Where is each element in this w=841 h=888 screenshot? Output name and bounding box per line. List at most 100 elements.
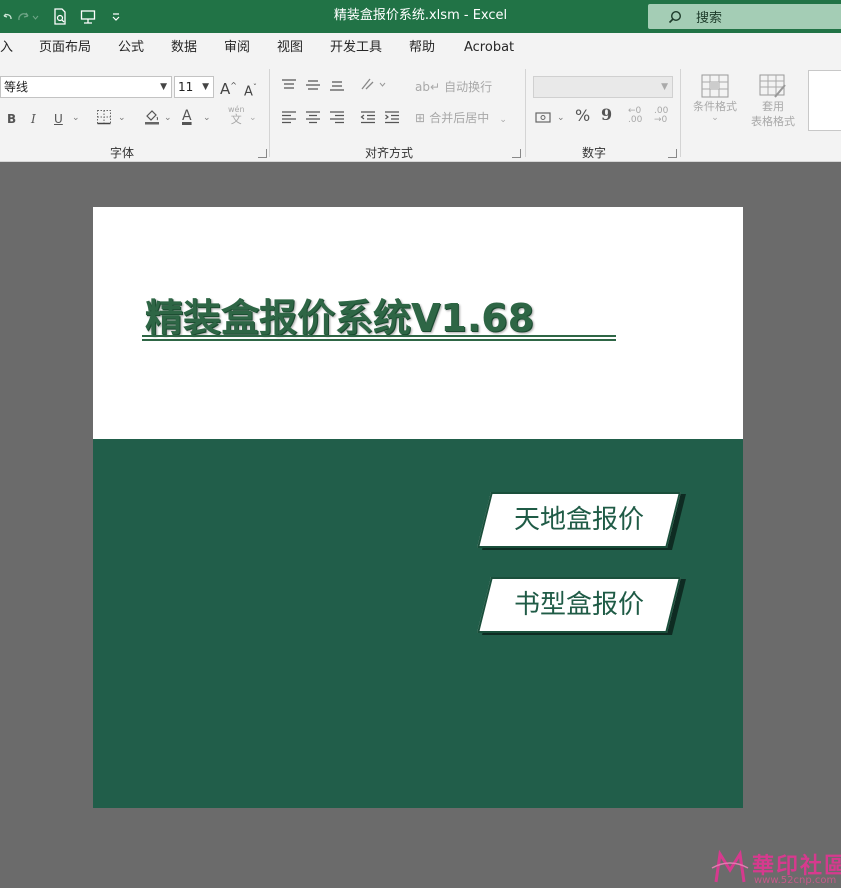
search-box[interactable]: 搜索	[648, 4, 841, 29]
font-size-select[interactable]: 11 ▼	[174, 76, 214, 98]
title-underline	[142, 335, 616, 341]
grow-font-label: A	[220, 80, 231, 98]
number-format-select[interactable]: ▼	[533, 76, 673, 98]
percent-style-button[interactable]: %	[575, 107, 590, 125]
search-icon	[668, 10, 682, 23]
conditional-formatting-icon	[701, 74, 729, 98]
dashboard-card: 精装盒报价系统V1.68 天地盒报价 书型盒报价	[93, 207, 743, 808]
tab-insert[interactable]: 入	[0, 33, 13, 63]
undo-button[interactable]	[0, 0, 14, 33]
tab-view[interactable]: 视图	[277, 33, 303, 63]
align-middle-icon	[306, 80, 320, 90]
fill-bucket-icon	[145, 110, 159, 125]
italic-button[interactable]: I	[31, 110, 36, 128]
decrease-indent-button[interactable]	[360, 110, 376, 124]
alignment-dialog-launcher[interactable]	[512, 149, 521, 158]
print-preview-icon	[54, 7, 66, 25]
align-right-icon	[330, 111, 344, 124]
align-top-button[interactable]	[281, 78, 297, 92]
align-right-button[interactable]	[329, 110, 345, 124]
tab-developer[interactable]: 开发工具	[330, 33, 382, 63]
increase-decimal-icon: ←0.00	[628, 106, 643, 125]
cell-styles-gallery[interactable]	[808, 70, 841, 131]
app-title: 精装盒报价系统V1.68	[145, 296, 535, 340]
conditional-formatting-button[interactable]: 条件格式 ⌄	[689, 73, 741, 123]
ribbon-separator	[269, 69, 270, 157]
align-left-button[interactable]	[281, 110, 297, 124]
group-label-font: 字体	[110, 146, 135, 160]
tab-help[interactable]: 帮助	[409, 33, 435, 63]
align-bottom-icon	[330, 81, 344, 91]
ribbon-separator	[525, 69, 526, 157]
tab-data[interactable]: 数据	[171, 33, 197, 63]
accounting-format-button[interactable]	[535, 109, 553, 125]
watermark-url: www.52cnp.com	[754, 875, 837, 886]
ribbon: 等线 ▼ 11 ▼ A^ Aˇ B I U ⌄ ⌄ ⌄ A ⌄ wén 文 ⌄ …	[0, 63, 841, 162]
group-label-number: 数字	[582, 146, 607, 160]
borders-button[interactable]	[96, 109, 112, 125]
tab-review[interactable]: 审阅	[224, 33, 250, 63]
number-dialog-launcher[interactable]	[668, 149, 677, 158]
customize-quick-access-button[interactable]	[108, 0, 124, 33]
phonetic-bottom: 文	[230, 113, 242, 126]
font-dialog-launcher[interactable]	[258, 149, 267, 158]
merge-center-label: 合并后居中	[429, 111, 490, 125]
presentation-icon	[80, 9, 96, 24]
underline-button[interactable]: U	[54, 110, 63, 128]
chevron-down-icon: ⌄	[499, 115, 507, 125]
fill-color-button[interactable]	[143, 107, 161, 125]
undo-icon	[3, 13, 12, 19]
book-box-quote-button[interactable]: 书型盒报价	[477, 577, 686, 635]
phonetic-button[interactable]: wén 文	[228, 105, 245, 126]
tab-formulas[interactable]: 公式	[118, 33, 144, 63]
decrease-indent-icon	[360, 111, 375, 124]
font-name-value: 等线	[4, 80, 29, 94]
font-size-value: 11	[178, 80, 194, 94]
chevron-down-icon: ▼	[202, 82, 209, 92]
bold-button[interactable]: B	[7, 110, 16, 128]
wrap-text-button[interactable]: ab↵ 自动换行	[415, 78, 492, 97]
tab-acrobat[interactable]: Acrobat	[464, 33, 514, 63]
card-header: 精装盒报价系统V1.68	[93, 207, 743, 439]
borders-dropdown-icon[interactable]: ⌄	[118, 109, 126, 127]
align-top-icon	[282, 79, 296, 89]
format-as-table-button[interactable]: 套用 表格格式	[742, 73, 804, 129]
chevron-down-icon: ▼	[661, 82, 668, 92]
borders-icon	[97, 110, 111, 125]
font-name-select[interactable]: 等线 ▼	[0, 76, 172, 98]
site-logo-icon	[711, 849, 749, 883]
align-center-button[interactable]	[305, 110, 321, 124]
increase-indent-button[interactable]	[384, 110, 400, 124]
increase-decimal-button[interactable]: ←0.00	[628, 107, 642, 125]
ribbon-separator	[680, 69, 681, 157]
comma-style-button[interactable]: 9	[601, 106, 612, 124]
shrink-font-button[interactable]: Aˇ	[244, 79, 257, 101]
orientation-button[interactable]	[360, 76, 388, 92]
merge-icon: ⊞	[415, 111, 426, 125]
conditional-formatting-label: 条件格式	[693, 100, 737, 113]
caret-up-icon: ^	[230, 81, 237, 90]
align-bottom-button[interactable]	[329, 78, 345, 92]
merge-center-button[interactable]: ⊞ 合并后居中 ⌄	[415, 109, 507, 129]
caret-down-icon: ˇ	[252, 83, 257, 92]
shrink-font-label: A	[244, 84, 253, 100]
phonetic-dropdown-icon[interactable]: ⌄	[249, 109, 257, 127]
lid-base-box-quote-label: 天地盒报价	[513, 505, 644, 535]
underline-dropdown-icon[interactable]: ⌄	[72, 109, 80, 127]
text-orientation-icon	[361, 78, 386, 90]
tab-page-layout[interactable]: 页面布局	[39, 33, 91, 63]
grow-font-button[interactable]: A^	[220, 77, 237, 98]
lid-base-box-quote-button[interactable]: 天地盒报价	[477, 492, 686, 550]
presentation-button[interactable]	[78, 0, 98, 33]
redo-button[interactable]	[14, 0, 42, 33]
ribbon-tabs: 入 页面布局 公式 数据 审阅 视图 开发工具 帮助 Acrobat	[0, 33, 841, 63]
accounting-dropdown-icon[interactable]: ⌄	[557, 109, 565, 127]
align-middle-button[interactable]	[305, 78, 321, 92]
fill-color-dropdown-icon[interactable]: ⌄	[164, 109, 172, 127]
print-preview-button[interactable]	[50, 0, 70, 33]
decrease-decimal-button[interactable]: .00 →0	[654, 107, 668, 125]
increase-indent-icon	[385, 111, 399, 124]
font-color-button[interactable]: A	[182, 107, 192, 125]
site-watermark: 華印社區 www.52cnp.com	[708, 848, 841, 888]
font-color-dropdown-icon[interactable]: ⌄	[203, 109, 211, 127]
